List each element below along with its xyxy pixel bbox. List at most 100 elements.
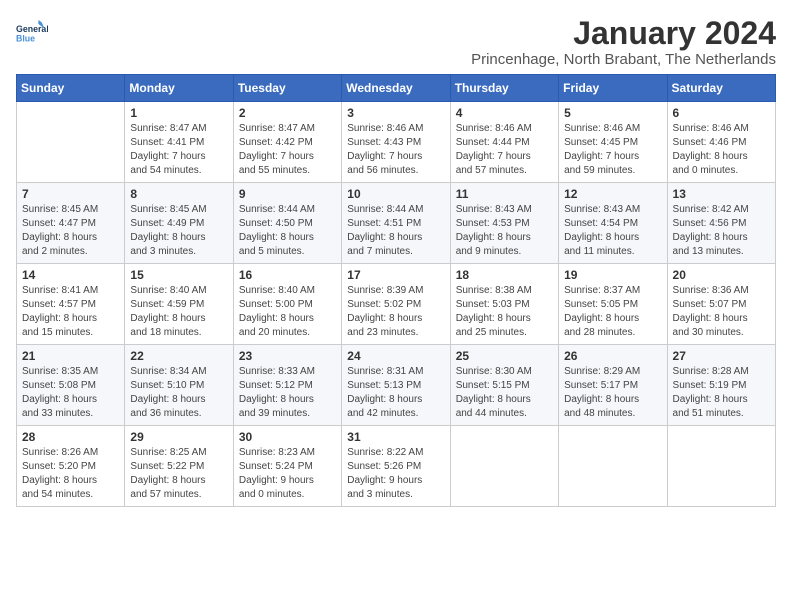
calendar-cell: [667, 426, 775, 507]
day-number: 23: [239, 349, 336, 363]
week-row-5: 28Sunrise: 8:26 AM Sunset: 5:20 PM Dayli…: [17, 426, 776, 507]
day-number: 11: [456, 187, 553, 201]
header-day-wednesday: Wednesday: [342, 75, 450, 102]
day-number: 31: [347, 430, 444, 444]
calendar-cell: 24 Sunrise: 8:31 AM Sunset: 5:13 PM Dayli…: [342, 345, 450, 426]
day-number: 17: [347, 268, 444, 282]
week-row-4: 21 Sunrise: 8:35 AM Sunset: 5:08 PM Dayli…: [17, 345, 776, 426]
day-number: 8: [130, 187, 227, 201]
day-number: 13: [673, 187, 770, 201]
calendar-cell: 23Sunrise: 8:33 AM Sunset: 5:12 PM Dayli…: [233, 345, 341, 426]
calendar-cell: 3Sunrise: 8:46 AM Sunset: 4:43 PM Daylig…: [342, 102, 450, 183]
day-info: Sunrise: 8:34 AM Sunset: 5:10 PM Dayligh…: [130, 365, 227, 421]
day-number: 15: [130, 268, 227, 282]
day-info: Sunrise: 8:46 AM Sunset: 4:45 PM Dayligh…: [564, 122, 661, 178]
title-area: January 2024 Princenhage, North Brabant,…: [471, 16, 776, 68]
calendar-cell: 17 Sunrise: 8:39 AM Sunset: 5:02 PM Dayli…: [342, 264, 450, 345]
day-number: 9: [239, 187, 336, 201]
header-day-saturday: Saturday: [667, 75, 775, 102]
day-number: 30: [239, 430, 336, 444]
day-number: 25: [456, 349, 553, 363]
day-number: 21: [22, 349, 119, 363]
header-day-thursday: Thursday: [450, 75, 558, 102]
day-number: 18: [456, 268, 553, 282]
day-info: Sunrise: 8:35 AM Sunset: 5:08 PM Dayligh…: [22, 365, 119, 421]
day-info: Sunrise: 8:41 AM Sunset: 4:57 PM Dayligh…: [22, 284, 119, 340]
day-info: Sunrise: 8:45 AM Sunset: 4:49 PM Dayligh…: [130, 203, 227, 259]
location-subtitle: Princenhage, North Brabant, The Netherla…: [471, 51, 776, 68]
day-number: 22: [130, 349, 227, 363]
header-row: SundayMondayTuesdayWednesdayThursdayFrid…: [17, 75, 776, 102]
calendar-cell: 10 Sunrise: 8:44 AM Sunset: 4:51 PM Dayli…: [342, 183, 450, 264]
day-number: 27: [673, 349, 770, 363]
day-info: Sunrise: 8:46 AM Sunset: 4:43 PM Dayligh…: [347, 122, 444, 178]
day-info: Sunrise: 8:38 AM Sunset: 5:03 PM Dayligh…: [456, 284, 553, 340]
calendar-cell: 14 Sunrise: 8:41 AM Sunset: 4:57 PM Dayli…: [17, 264, 125, 345]
day-info: Sunrise: 8:45 AM Sunset: 4:47 PM Dayligh…: [22, 203, 119, 259]
calendar-cell: 29 Sunrise: 8:25 AM Sunset: 5:22 PM Dayli…: [125, 426, 233, 507]
day-number: 28: [22, 430, 119, 444]
day-info: Sunrise: 8:47 AM Sunset: 4:42 PM Dayligh…: [239, 122, 336, 178]
calendar-cell: 31 Sunrise: 8:22 AM Sunset: 5:26 PM Dayli…: [342, 426, 450, 507]
day-info: Sunrise: 8:25 AM Sunset: 5:22 PM Dayligh…: [130, 446, 227, 502]
month-title: January 2024: [471, 16, 776, 51]
calendar-cell: 19 Sunrise: 8:37 AM Sunset: 5:05 PM Dayli…: [559, 264, 667, 345]
calendar-cell: [559, 426, 667, 507]
calendar-cell: 6Sunrise: 8:46 AM Sunset: 4:46 PM Daylig…: [667, 102, 775, 183]
day-info: Sunrise: 8:37 AM Sunset: 5:05 PM Dayligh…: [564, 284, 661, 340]
calendar-cell: 18 Sunrise: 8:38 AM Sunset: 5:03 PM Dayli…: [450, 264, 558, 345]
calendar-cell: 16 Sunrise: 8:40 AM Sunset: 5:00 PM Dayli…: [233, 264, 341, 345]
day-info: Sunrise: 8:36 AM Sunset: 5:07 PM Dayligh…: [673, 284, 770, 340]
day-info: Sunrise: 8:42 AM Sunset: 4:56 PM Dayligh…: [673, 203, 770, 259]
day-number: 2: [239, 106, 336, 120]
day-info: Sunrise: 8:28 AM Sunset: 5:19 PM Dayligh…: [673, 365, 770, 421]
day-number: 4: [456, 106, 553, 120]
day-number: 7: [22, 187, 119, 201]
week-row-1: 1 Sunrise: 8:47 AM Sunset: 4:41 PM Daylig…: [17, 102, 776, 183]
day-number: 12: [564, 187, 661, 201]
header-day-sunday: Sunday: [17, 75, 125, 102]
day-number: 26: [564, 349, 661, 363]
calendar-cell: 8 Sunrise: 8:45 AM Sunset: 4:49 PM Daylig…: [125, 183, 233, 264]
calendar-cell: 28Sunrise: 8:26 AM Sunset: 5:20 PM Dayli…: [17, 426, 125, 507]
day-number: 24: [347, 349, 444, 363]
day-number: 1: [130, 106, 227, 120]
day-number: 16: [239, 268, 336, 282]
day-info: Sunrise: 8:40 AM Sunset: 5:00 PM Dayligh…: [239, 284, 336, 340]
header-day-monday: Monday: [125, 75, 233, 102]
calendar-table: SundayMondayTuesdayWednesdayThursdayFrid…: [16, 74, 776, 507]
calendar-cell: 21 Sunrise: 8:35 AM Sunset: 5:08 PM Dayli…: [17, 345, 125, 426]
page-header: General Blue January 2024 Princenhage, N…: [16, 16, 776, 68]
calendar-cell: 13 Sunrise: 8:42 AM Sunset: 4:56 PM Dayli…: [667, 183, 775, 264]
calendar-cell: 15Sunrise: 8:40 AM Sunset: 4:59 PM Dayli…: [125, 264, 233, 345]
day-info: Sunrise: 8:47 AM Sunset: 4:41 PM Dayligh…: [130, 122, 227, 178]
svg-text:General: General: [16, 24, 48, 34]
calendar-cell: [450, 426, 558, 507]
day-info: Sunrise: 8:29 AM Sunset: 5:17 PM Dayligh…: [564, 365, 661, 421]
day-number: 19: [564, 268, 661, 282]
day-info: Sunrise: 8:31 AM Sunset: 5:13 PM Dayligh…: [347, 365, 444, 421]
calendar-cell: 4 Sunrise: 8:46 AM Sunset: 4:44 PM Daylig…: [450, 102, 558, 183]
day-number: 6: [673, 106, 770, 120]
logo: General Blue: [16, 16, 48, 48]
day-number: 10: [347, 187, 444, 201]
header-day-friday: Friday: [559, 75, 667, 102]
day-info: Sunrise: 8:39 AM Sunset: 5:02 PM Dayligh…: [347, 284, 444, 340]
calendar-cell: 11Sunrise: 8:43 AM Sunset: 4:53 PM Dayli…: [450, 183, 558, 264]
day-info: Sunrise: 8:43 AM Sunset: 4:54 PM Dayligh…: [564, 203, 661, 259]
day-number: 29: [130, 430, 227, 444]
day-info: Sunrise: 8:22 AM Sunset: 5:26 PM Dayligh…: [347, 446, 444, 502]
day-number: 14: [22, 268, 119, 282]
day-info: Sunrise: 8:30 AM Sunset: 5:15 PM Dayligh…: [456, 365, 553, 421]
calendar-cell: 25 Sunrise: 8:30 AM Sunset: 5:15 PM Dayli…: [450, 345, 558, 426]
calendar-cell: [17, 102, 125, 183]
day-info: Sunrise: 8:23 AM Sunset: 5:24 PM Dayligh…: [239, 446, 336, 502]
day-info: Sunrise: 8:46 AM Sunset: 4:44 PM Dayligh…: [456, 122, 553, 178]
day-info: Sunrise: 8:44 AM Sunset: 4:51 PM Dayligh…: [347, 203, 444, 259]
calendar-cell: 7 Sunrise: 8:45 AM Sunset: 4:47 PM Daylig…: [17, 183, 125, 264]
week-row-2: 7 Sunrise: 8:45 AM Sunset: 4:47 PM Daylig…: [17, 183, 776, 264]
calendar-cell: 26 Sunrise: 8:29 AM Sunset: 5:17 PM Dayli…: [559, 345, 667, 426]
week-row-3: 14 Sunrise: 8:41 AM Sunset: 4:57 PM Dayli…: [17, 264, 776, 345]
calendar-cell: 5 Sunrise: 8:46 AM Sunset: 4:45 PM Daylig…: [559, 102, 667, 183]
day-number: 5: [564, 106, 661, 120]
